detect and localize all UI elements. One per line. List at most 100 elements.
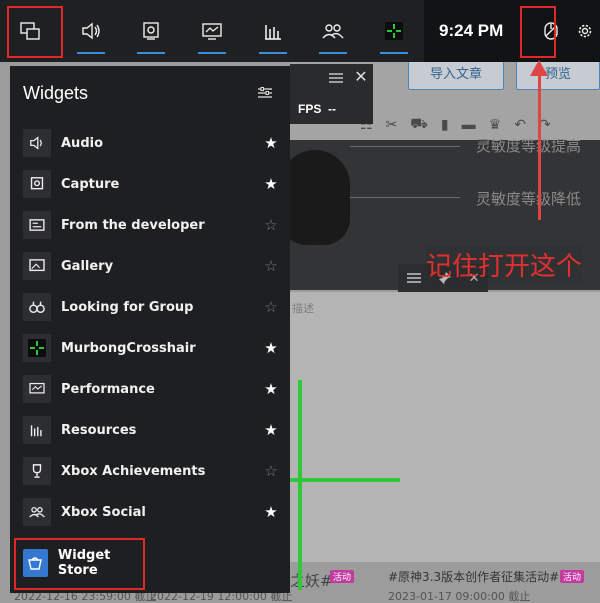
activity-title-fragment: 之妖#	[290, 572, 333, 590]
active-indicator	[258, 52, 287, 54]
box-icon: ▬	[461, 116, 476, 132]
preview-button: 预览	[516, 60, 600, 90]
camera-icon	[143, 22, 160, 40]
activity-badge: 活动	[560, 570, 585, 583]
cart-icon: ⛟	[410, 114, 428, 131]
fps-value: --	[328, 102, 337, 116]
status-bar: 9:24 PM	[424, 0, 600, 62]
star-filled-icon[interactable]: ★	[261, 134, 281, 152]
widget-item-label: Gallery	[61, 258, 114, 274]
star-filled-icon[interactable]: ★	[261, 380, 281, 398]
undo-icon: ↶	[514, 115, 526, 132]
widget-item-looking-for-group[interactable]: Looking for Group ☆	[23, 290, 281, 324]
widget-item-from-the-developer[interactable]: From the developer ☆	[23, 208, 281, 242]
widget-item-murbongcrosshair[interactable]: MurbongCrosshair ★	[23, 331, 281, 365]
widget-item-capture[interactable]: Capture ★	[23, 167, 281, 201]
clock: 9:24 PM	[439, 21, 504, 40]
gallery-icon	[23, 252, 51, 280]
star-outline-icon[interactable]: ☆	[261, 298, 281, 316]
active-indicator	[319, 52, 348, 54]
activity-badge: 活动	[330, 570, 355, 583]
star-filled-icon[interactable]: ★	[261, 175, 281, 193]
editor-toolbar: ☷ ✂ ⛟ ▮ ▬ ♛ ↶ ↷	[360, 112, 600, 136]
widget-item-label: Resources	[61, 422, 137, 438]
performance-button[interactable]	[182, 0, 243, 62]
star-filled-icon[interactable]: ★	[261, 421, 281, 439]
speaker-icon	[23, 129, 51, 157]
monitor-icon	[23, 375, 51, 403]
star-outline-icon[interactable]: ☆	[261, 462, 281, 480]
highlight-mouse-lock	[520, 6, 556, 58]
star-outline-icon[interactable]: ☆	[261, 216, 281, 234]
settings-sliders-icon[interactable]	[329, 72, 343, 84]
book-icon: ▮	[440, 115, 449, 132]
monitor-icon	[202, 23, 222, 40]
active-indicator	[76, 52, 105, 54]
active-indicator	[379, 52, 408, 54]
star-filled-icon[interactable]: ★	[261, 503, 281, 521]
star-filled-icon[interactable]: ★	[261, 339, 281, 357]
settings-sliders-icon[interactable]	[406, 272, 421, 284]
trophy-icon: ♛	[488, 115, 502, 132]
widget-item-label: Performance	[61, 381, 155, 397]
mouse-graphic	[280, 150, 350, 245]
sensitivity-up-note: 灵敏度等级提高	[476, 137, 582, 155]
xbox-social-button[interactable]	[303, 0, 364, 62]
bar-chart-icon	[264, 25, 281, 40]
settings-button[interactable]	[571, 23, 600, 39]
active-indicator	[198, 52, 227, 54]
pointer-line	[350, 197, 460, 198]
audio-button[interactable]	[61, 0, 122, 62]
widget-item-xbox-achievements[interactable]: Xbox Achievements ☆	[23, 454, 281, 488]
crosshair-icon	[384, 22, 403, 40]
highlight-widget-menu	[7, 6, 63, 58]
gear-icon	[579, 24, 592, 38]
background-content	[290, 292, 600, 562]
crosshair-horizontal	[290, 478, 400, 482]
widget-item-label: Looking for Group	[61, 299, 194, 315]
people-icon	[322, 24, 344, 39]
sensitivity-down-note: 灵敏度等级降低	[476, 190, 582, 208]
crosshair-vertical	[298, 380, 302, 590]
widget-item-xbox-social[interactable]: Xbox Social ★	[23, 495, 281, 529]
pointer-line	[350, 146, 460, 147]
star-outline-icon[interactable]: ☆	[261, 257, 281, 275]
capture-button[interactable]	[121, 0, 182, 62]
widget-item-label: Xbox Social	[61, 504, 146, 520]
panel-title: Widgets	[23, 83, 89, 103]
binoculars-icon	[23, 293, 51, 321]
game-bar	[0, 0, 424, 62]
annotation-arrow-head	[530, 60, 548, 76]
crosshair-button[interactable]	[363, 0, 424, 62]
trophy-icon	[23, 457, 51, 485]
resources-button[interactable]	[242, 0, 303, 62]
widget-item-label: Audio	[61, 135, 104, 151]
widget-item-label: From the developer	[61, 217, 205, 233]
link-icon: ✂	[385, 115, 398, 132]
bar-chart-icon	[23, 416, 51, 444]
annotation-arrow	[538, 72, 541, 220]
fps-label: FPS	[298, 102, 322, 116]
description-label: 描述	[292, 303, 314, 315]
settings-sliders-icon	[258, 87, 272, 98]
widget-item-gallery[interactable]: Gallery ☆	[23, 249, 281, 283]
developer-icon	[23, 211, 51, 239]
panel-settings-button[interactable]	[258, 86, 272, 104]
widget-item-audio[interactable]: Audio ★	[23, 126, 281, 160]
highlight-widget-store	[14, 538, 145, 590]
widget-item-label: Capture	[61, 176, 120, 192]
import-article-button: 导入文章	[408, 60, 504, 90]
active-indicator	[137, 52, 166, 54]
activity-title: #原神3.3版本创作者征集活动#	[388, 570, 560, 584]
widget-item-label: Xbox Achievements	[61, 463, 206, 479]
speaker-icon	[82, 22, 100, 40]
widget-item-performance[interactable]: Performance ★	[23, 372, 281, 406]
crosshair-icon	[23, 334, 51, 362]
widgets-panel: Widgets Audio ★ Capture ★ From the developer…	[10, 66, 290, 593]
widget-item-resources[interactable]: Resources ★	[23, 413, 281, 447]
annotation-note: 记住打开这个	[426, 246, 583, 283]
deadline-text: 2023-01-17 09:00:00 截止	[388, 590, 531, 603]
camera-icon	[23, 170, 51, 198]
close-icon[interactable]: ✕	[350, 64, 372, 92]
widget-item-label: MurbongCrosshair	[61, 340, 196, 356]
